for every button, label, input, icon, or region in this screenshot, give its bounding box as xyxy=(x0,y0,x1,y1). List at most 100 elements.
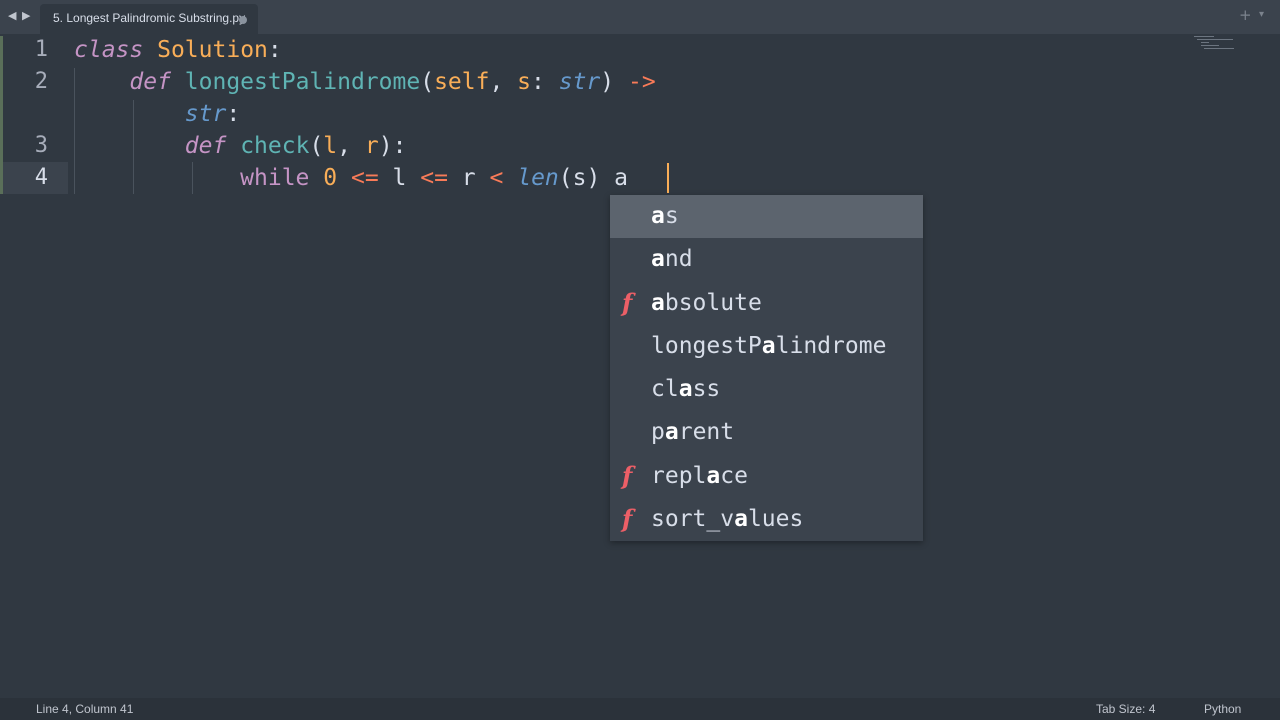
autocomplete-item[interactable]: f absolute xyxy=(610,282,923,325)
keyword-token: class xyxy=(74,37,144,63)
label-match: a xyxy=(761,332,776,359)
minimap-line xyxy=(1201,45,1219,46)
operator-token: <= xyxy=(351,165,379,191)
minimap[interactable] xyxy=(1194,34,1236,54)
punctuation-token: , xyxy=(337,133,365,159)
autocomplete-label: replace xyxy=(651,461,748,491)
builtin-token: len xyxy=(517,165,559,191)
label-match: a xyxy=(706,462,721,489)
variable-token: r xyxy=(447,165,490,191)
operator-token: <= xyxy=(420,165,448,191)
keyword-token: def xyxy=(184,133,227,159)
variable-token: l xyxy=(378,165,421,191)
punctuation-token: : xyxy=(226,101,241,127)
cursor-position[interactable]: Line 4, Column 41 xyxy=(36,702,133,716)
autocomplete-item[interactable]: class xyxy=(610,368,923,411)
modified-lines-indicator xyxy=(0,36,3,194)
punctuation-token: , xyxy=(489,69,518,95)
autocomplete-label: longestPalindrome xyxy=(651,331,886,361)
code-line[interactable]: def check(l, r): xyxy=(74,130,407,162)
class-name-token: Solution xyxy=(157,37,268,63)
chevron-down-icon[interactable]: ▾ xyxy=(1259,9,1264,20)
line-number: 3 xyxy=(34,133,48,158)
autocomplete-label: and xyxy=(651,244,693,274)
autocomplete-popup[interactable]: as and f absolute longestPalindrome class pare… xyxy=(610,195,923,541)
label-text: repl xyxy=(651,462,707,489)
operator-token: -> xyxy=(627,69,656,95)
plus-icon[interactable]: + xyxy=(1239,6,1252,24)
autocomplete-item[interactable]: f replace xyxy=(610,455,923,498)
tab-size-selector[interactable]: Tab Size: 4 xyxy=(1096,702,1155,716)
label-match: a xyxy=(664,419,679,446)
triangle-right-icon[interactable]: ▶ xyxy=(22,9,32,23)
autocomplete-label: class xyxy=(651,374,720,404)
label-text: nd xyxy=(664,246,693,273)
function-name-token: longestPalindrome xyxy=(184,69,421,95)
autocomplete-item[interactable]: and xyxy=(610,238,923,281)
f-function-icon: f xyxy=(622,287,633,317)
minimap-line xyxy=(1204,48,1234,49)
parameter-token: s xyxy=(517,69,532,95)
keyword-token: def xyxy=(129,69,171,95)
keyword-token: while xyxy=(240,165,310,191)
triangle-left-icon[interactable]: ◀ xyxy=(8,9,18,23)
autocomplete-item[interactable]: parent xyxy=(610,411,923,454)
type-token: str xyxy=(558,69,601,95)
f-function-icon: f xyxy=(622,460,633,490)
label-text: s xyxy=(664,203,679,229)
label-text: rent xyxy=(678,419,735,446)
label-text: lindrome xyxy=(775,332,887,359)
code-line[interactable]: while 0 <= l <= r < len(s) a xyxy=(74,162,628,194)
punctuation-token: ): xyxy=(378,133,407,159)
label-text: lues xyxy=(747,505,804,532)
label-match: a xyxy=(734,505,748,532)
status-bar: Line 4, Column 41 Tab Size: 4 Python xyxy=(0,698,1280,720)
autocomplete-label: absolute xyxy=(651,288,762,318)
label-text: cl xyxy=(651,376,679,402)
syntax-selector[interactable]: Python xyxy=(1204,702,1241,716)
autocomplete-label: as xyxy=(651,201,679,231)
label-match: a xyxy=(651,289,665,316)
label-match: a xyxy=(651,246,665,273)
punctuation-token: ) xyxy=(600,69,628,95)
tab-file[interactable]: 5. Longest Palindromic Substring.py xyxy=(40,4,258,34)
dot-icon[interactable] xyxy=(239,16,247,24)
parameter-token: r xyxy=(364,133,379,159)
autocomplete-label: parent xyxy=(651,417,734,447)
text-caret xyxy=(667,163,669,193)
type-token: str xyxy=(184,101,227,127)
label-match: a xyxy=(678,376,693,402)
minimap-line xyxy=(1194,36,1214,37)
label-text: ce xyxy=(720,462,748,489)
code-line[interactable]: def longestPalindrome(self, s: str) -> xyxy=(74,66,656,98)
variable-token: (s) a xyxy=(558,165,629,191)
label-match: a xyxy=(651,203,665,229)
autocomplete-label: sort_values xyxy=(651,504,803,534)
punctuation-token: ( xyxy=(420,69,435,95)
code-line[interactable]: class Solution: xyxy=(74,34,282,66)
parameter-token: self xyxy=(434,69,490,95)
label-text: ss xyxy=(692,376,721,402)
line-number: 4 xyxy=(34,165,48,190)
minimap-line xyxy=(1197,39,1233,40)
label-text: bsolute xyxy=(664,289,762,316)
punctuation-token: : xyxy=(267,37,282,63)
autocomplete-item[interactable]: f sort_values xyxy=(610,498,923,541)
autocomplete-item[interactable]: longestPalindrome xyxy=(610,325,923,368)
line-number: 2 xyxy=(34,69,48,94)
line-number: 1 xyxy=(34,37,48,62)
autocomplete-item[interactable]: as xyxy=(610,195,923,238)
tab-bar: ◀ ▶ 5. Longest Palindromic Substring.py … xyxy=(0,0,1280,34)
code-line-wrap[interactable]: str: xyxy=(74,98,240,130)
function-name-token: check xyxy=(240,133,310,159)
label-text: sort_v xyxy=(651,505,735,532)
tab-title: 5. Longest Palindromic Substring.py xyxy=(53,11,246,25)
